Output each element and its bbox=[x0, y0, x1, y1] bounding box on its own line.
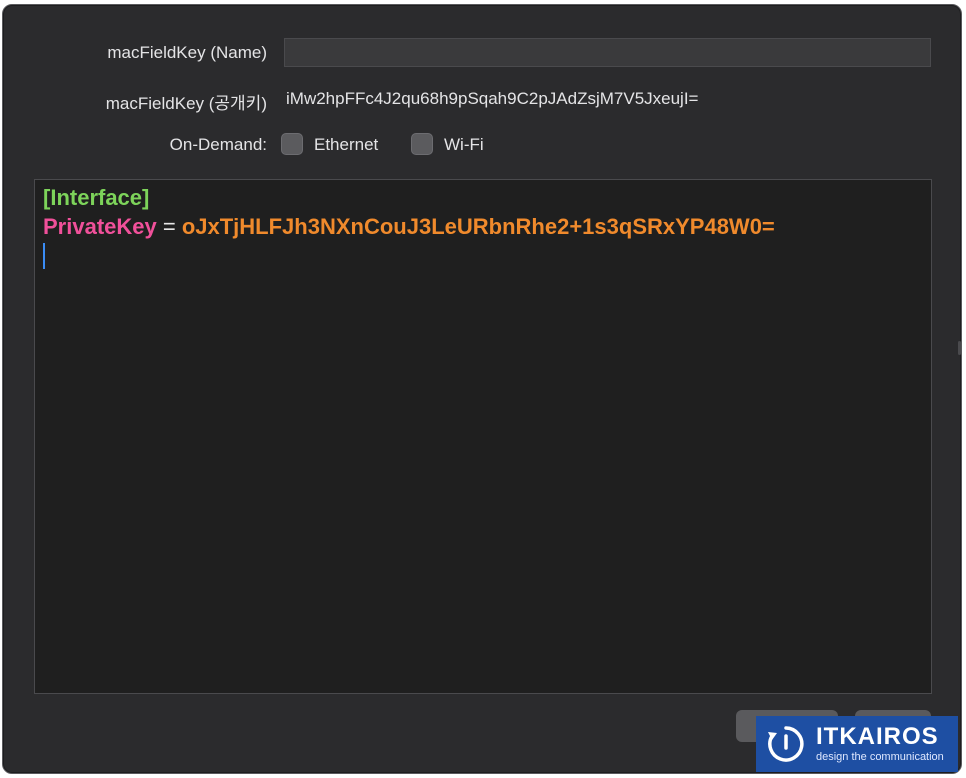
ethernet-checkbox[interactable] bbox=[281, 133, 303, 155]
public-key-value: iMw2hpFFc4J2qu68h9pSqah9C2pJAdZsjM7V5Jxe… bbox=[286, 89, 699, 108]
wifi-checkbox[interactable] bbox=[411, 133, 433, 155]
equals-sign: = bbox=[156, 214, 182, 239]
itkairos-logo-icon bbox=[768, 726, 804, 762]
tunnel-editor-sheet: macFieldKey (Name) macFieldKey (공개키) iMw… bbox=[2, 4, 962, 774]
interface-section-header: [Interface] bbox=[43, 185, 150, 210]
editor-line-privatekey: PrivateKey = oJxTjHLFJh3NXnCouJ3LeURbnRh… bbox=[43, 212, 923, 241]
text-cursor bbox=[43, 243, 45, 269]
editor-line-section: [Interface] bbox=[43, 183, 923, 212]
watermark-subtitle: design the communication bbox=[816, 751, 944, 763]
name-label: macFieldKey (Name) bbox=[107, 43, 267, 62]
name-input[interactable] bbox=[284, 38, 931, 67]
ethernet-label[interactable]: Ethernet bbox=[314, 135, 378, 155]
watermark-title: ITKAIROS bbox=[816, 723, 939, 750]
private-key-value: oJxTjHLFJh3NXnCouJ3LeURbnRhe2+1s3qSRxYP4… bbox=[181, 214, 775, 239]
private-key-name: PrivateKey bbox=[43, 214, 157, 239]
editor-line-empty bbox=[43, 241, 923, 270]
wifi-label[interactable]: Wi-Fi bbox=[444, 135, 484, 155]
resize-edge bbox=[958, 341, 961, 355]
config-editor[interactable]: [Interface] PrivateKey = oJxTjHLFJh3NXnC… bbox=[34, 179, 932, 694]
public-key-label: macFieldKey (공개키) bbox=[105, 94, 267, 113]
on-demand-label: On-Demand: bbox=[169, 135, 267, 154]
itkairos-watermark: ITKAIROS design the communication bbox=[756, 716, 958, 772]
watermark-text: ITKAIROS design the communication bbox=[816, 724, 944, 764]
